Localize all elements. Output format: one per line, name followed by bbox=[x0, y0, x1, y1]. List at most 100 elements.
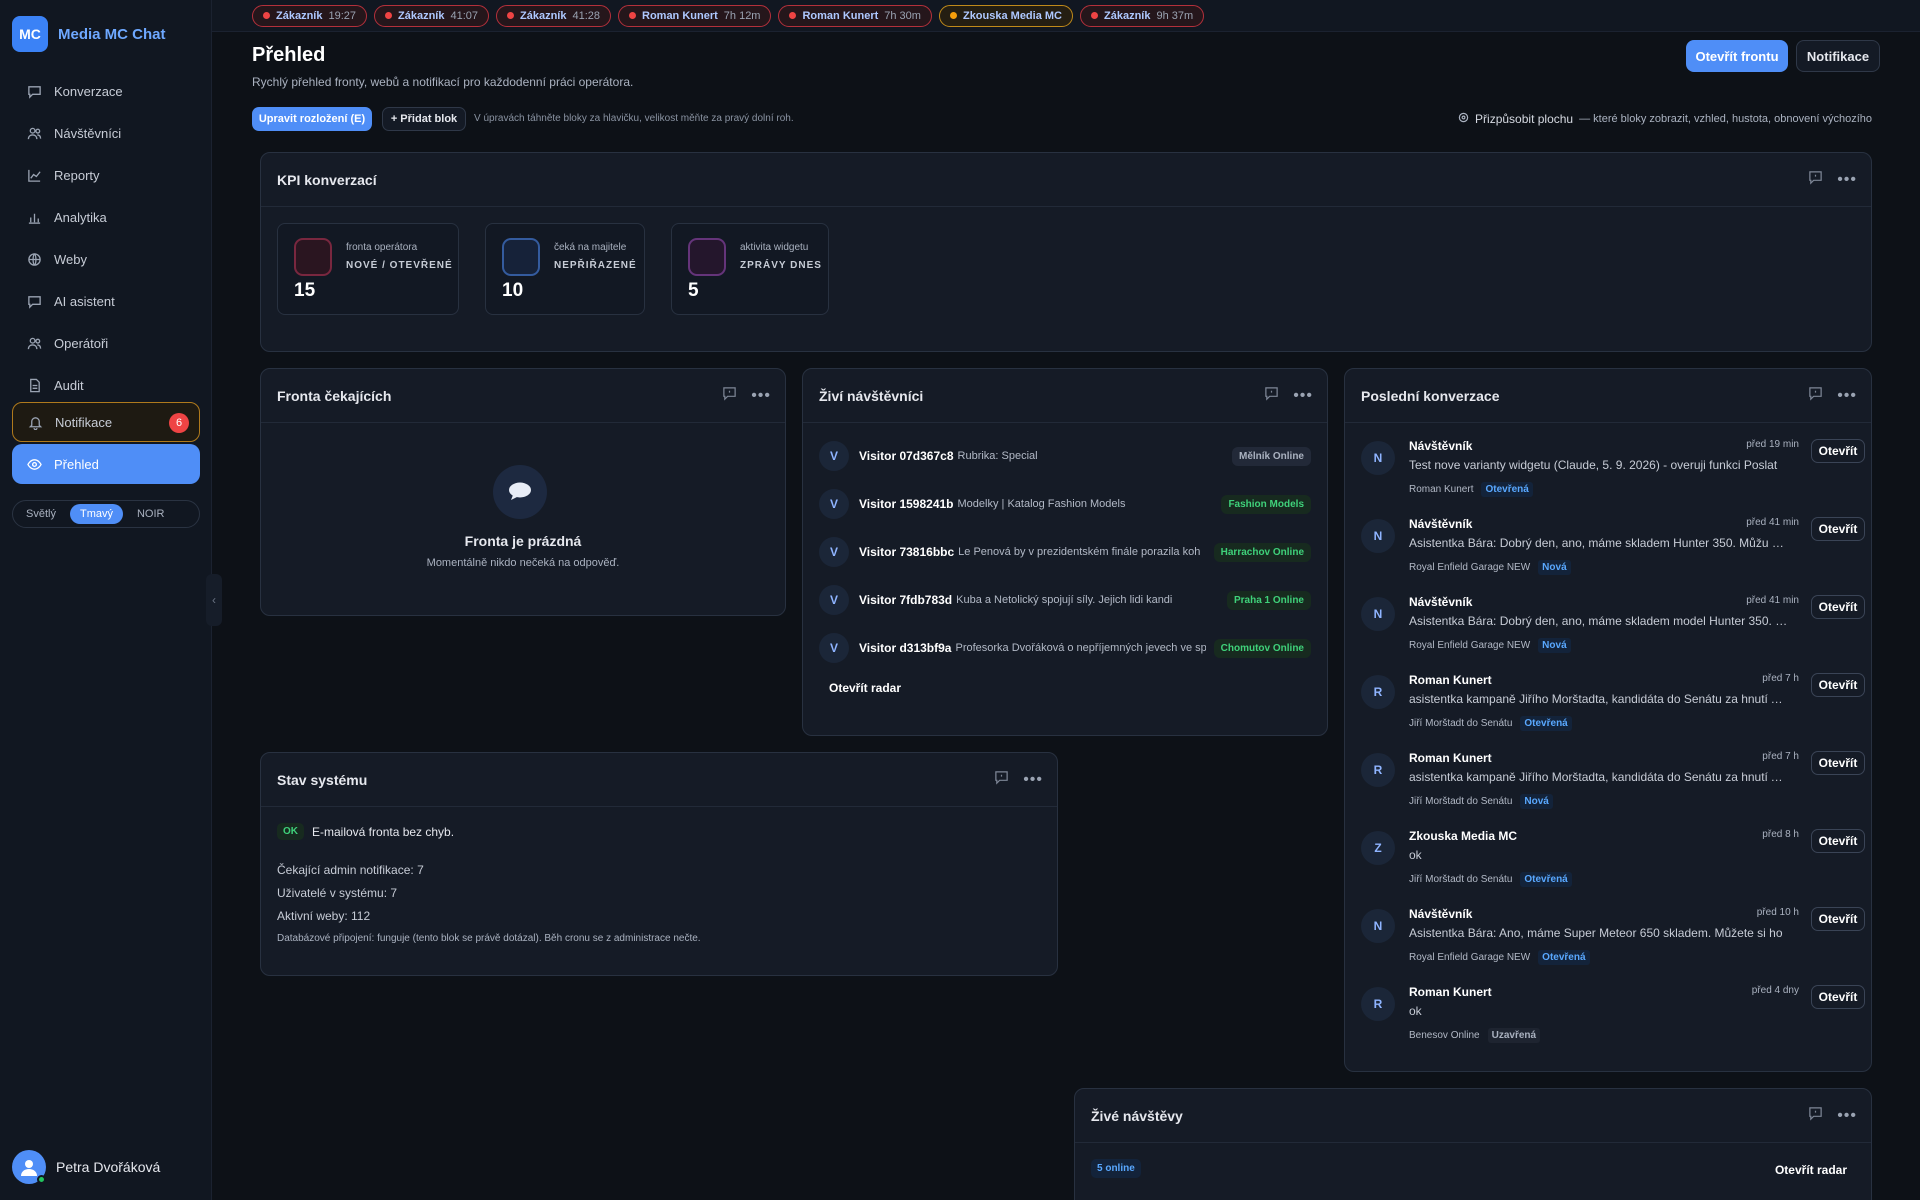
open-radar-link[interactable]: Otevřít radar bbox=[1775, 1163, 1847, 1177]
user-name: Petra Dvořáková bbox=[56, 1159, 161, 1175]
edit-layout-button[interactable]: Upravit rozložení (E) bbox=[252, 107, 372, 131]
conversation-row[interactable]: Z Zkouska Media MC před 8 h ok Jiří Morštadt… bbox=[1361, 825, 1865, 897]
sidebar-item-prehled[interactable]: Přehled bbox=[12, 444, 200, 484]
kpi-value: 15 bbox=[294, 280, 316, 301]
sidebar-collapse-handle[interactable]: ‹ bbox=[206, 574, 222, 626]
visitor-row[interactable]: V Visitor 7fdb783d Kuba a Netolický spojuj… bbox=[819, 583, 1311, 617]
eye-icon bbox=[26, 456, 42, 472]
sidebar-item-audit[interactable]: Audit bbox=[12, 364, 200, 406]
conversation-row[interactable]: R Roman Kunert před 4 dny ok Benesov Online U… bbox=[1361, 981, 1865, 1053]
brand[interactable]: MC Media MC Chat bbox=[12, 16, 166, 52]
visitor-row[interactable]: V Visitor 1598241b Modelky | Katalog Fashi… bbox=[819, 487, 1311, 521]
conversation-meta: Jiří Morštadt do Senátu Otevřená bbox=[1409, 716, 1572, 731]
chat-bubble-icon bbox=[493, 465, 547, 519]
sidebar-item-notifikace[interactable]: Notifikace 6 bbox=[12, 402, 200, 442]
conversation-meta: Jiří Morštadt do Senátu Nová bbox=[1409, 794, 1553, 809]
theme-dark-option[interactable]: Tmavý bbox=[69, 504, 123, 524]
comment-icon[interactable] bbox=[1808, 170, 1823, 190]
comment-icon[interactable] bbox=[1808, 1106, 1823, 1126]
conversation-name: Roman Kunert bbox=[1409, 751, 1492, 765]
notification-count-badge: 6 bbox=[169, 413, 189, 433]
conversation-avatar: R bbox=[1361, 675, 1395, 709]
comment-icon[interactable] bbox=[1264, 386, 1279, 406]
conversation-row[interactable]: R Roman Kunert před 7 h asistentka kampaně … bbox=[1361, 747, 1865, 819]
users-icon bbox=[26, 125, 42, 141]
sidebar-item-návštěvníci[interactable]: Návštěvníci bbox=[12, 112, 200, 154]
visitor-row[interactable]: V Visitor d313bf9a Profesorka Dvořáková o … bbox=[819, 631, 1311, 665]
comment-icon[interactable] bbox=[722, 386, 737, 406]
open-conversation-button[interactable]: Otevřít bbox=[1811, 907, 1865, 931]
more-options-icon[interactable]: ••• bbox=[1837, 1107, 1857, 1125]
open-conversation-button[interactable]: Otevřít bbox=[1811, 985, 1865, 1009]
panel-header[interactable]: Poslední konverzace ••• bbox=[1345, 369, 1871, 423]
sidebar-item-label: Audit bbox=[54, 377, 84, 393]
conversation-site: Jiří Morštadt do Senátu bbox=[1409, 718, 1513, 729]
panel-header[interactable]: KPI konverzací ••• bbox=[261, 153, 1871, 207]
visitor-site-badge: Harrachov Online bbox=[1213, 542, 1311, 562]
open-conversation-button[interactable]: Otevřít bbox=[1811, 595, 1865, 619]
open-radar-link[interactable]: Otevřít radar bbox=[829, 681, 901, 695]
chat-bubble-icon bbox=[26, 83, 42, 99]
sidebar-nav: Konverzace Návštěvníci Reporty Analytika Web… bbox=[12, 70, 200, 484]
open-conversation-button[interactable]: Otevřít bbox=[1811, 673, 1865, 697]
conversation-tab[interactable]: Roman Kunert 7h 30m bbox=[778, 4, 932, 27]
kpi-card-ceka[interactable]: čeká na majitele NEPŘIŘAZENÉ 10 bbox=[485, 223, 645, 315]
comment-icon[interactable] bbox=[994, 770, 1009, 790]
conversation-row[interactable]: N Návštěvník před 19 min Test nove varianty… bbox=[1361, 435, 1865, 507]
open-queue-button[interactable]: Otevřít frontu bbox=[1686, 40, 1788, 72]
panel-header[interactable]: Fronta čekajících ••• bbox=[261, 369, 785, 423]
open-conversation-button[interactable]: Otevřít bbox=[1811, 829, 1865, 853]
conversation-tab[interactable]: Zkouska Media MC bbox=[938, 4, 1073, 27]
more-options-icon[interactable]: ••• bbox=[1837, 171, 1857, 189]
open-conversation-button[interactable]: Otevřít bbox=[1811, 751, 1865, 775]
conversation-row[interactable]: N Návštěvník před 10 h Asistentka Bára: Ano… bbox=[1361, 903, 1865, 975]
user-profile[interactable]: Petra Dvořáková bbox=[12, 1150, 160, 1184]
conversation-message: ok bbox=[1409, 848, 1422, 862]
theme-light-option[interactable]: Světlý bbox=[16, 504, 66, 524]
conversation-tab[interactable]: Roman Kunert 7h 12m bbox=[618, 4, 772, 27]
more-options-icon[interactable]: ••• bbox=[1293, 387, 1313, 405]
kpi-value: 5 bbox=[688, 280, 699, 301]
conversation-row[interactable]: N Návštěvník před 41 min Asistentka Bára: D… bbox=[1361, 513, 1865, 585]
status-badge: Otevřená bbox=[1520, 716, 1572, 731]
customize-board-link[interactable]: Přizpůsobit plochu — které bloky zobrazi… bbox=[1458, 112, 1872, 126]
conversation-avatar: Z bbox=[1361, 831, 1395, 865]
conversation-tab[interactable]: Zákazník 19:27 bbox=[252, 4, 367, 27]
more-options-icon[interactable]: ••• bbox=[1837, 387, 1857, 405]
kpi-card-aktivita[interactable]: aktivita widgetu ZPRÁVY DNES 5 bbox=[671, 223, 829, 315]
open-conversation-button[interactable]: Otevřít bbox=[1811, 439, 1865, 463]
kpi-label: čeká na majitele bbox=[554, 242, 627, 253]
avatar bbox=[12, 1150, 46, 1184]
sidebar-item-konverzace[interactable]: Konverzace bbox=[12, 70, 200, 112]
more-options-icon[interactable]: ••• bbox=[1023, 771, 1043, 789]
sidebar-item-label: AI asistent bbox=[54, 293, 115, 309]
kpi-caption: NOVÉ / OTEVŘENÉ bbox=[346, 260, 453, 271]
conversation-row[interactable]: R Roman Kunert před 7 h asistentka kampaně … bbox=[1361, 669, 1865, 741]
panel-header[interactable]: Živí návštěvníci ••• bbox=[803, 369, 1327, 423]
more-options-icon[interactable]: ••• bbox=[751, 387, 771, 405]
sidebar-item-weby[interactable]: Weby bbox=[12, 238, 200, 280]
theme-noir-option[interactable]: NOIR bbox=[127, 504, 175, 524]
kpi-card-fronta[interactable]: fronta operátora NOVÉ / OTEVŘENÉ 15 bbox=[277, 223, 459, 315]
sidebar-item-label: Weby bbox=[54, 251, 87, 267]
visitor-row[interactable]: V Visitor 73816bbc Le Penová by v preziden… bbox=[819, 535, 1311, 569]
sidebar-item-reporty[interactable]: Reporty bbox=[12, 154, 200, 196]
conversation-row[interactable]: N Návštěvník před 41 min Asistentka Bára: D… bbox=[1361, 591, 1865, 663]
sidebar-item-operátoři[interactable]: Operátoři bbox=[12, 322, 200, 364]
tab-name: Zákazník bbox=[398, 9, 445, 22]
notifications-button[interactable]: Notifikace bbox=[1796, 40, 1880, 72]
panel-header[interactable]: Stav systému ••• bbox=[261, 753, 1057, 807]
conversation-tab-strip: Zákazník 19:27 Zákazník 41:07 Zákazník 41:28 R… bbox=[212, 0, 1920, 32]
live-visitors-panel: Živí návštěvníci ••• V Visitor 07d367c8 Ru… bbox=[802, 368, 1328, 736]
tab-timer: 7h 30m bbox=[884, 9, 921, 22]
panel-header[interactable]: Živé návštěvy ••• bbox=[1075, 1089, 1871, 1143]
conversation-tab[interactable]: Zákazník 41:28 bbox=[496, 4, 611, 27]
comment-icon[interactable] bbox=[1808, 386, 1823, 406]
open-conversation-button[interactable]: Otevřít bbox=[1811, 517, 1865, 541]
sidebar-item-ai-asistent[interactable]: AI asistent bbox=[12, 280, 200, 322]
add-block-button[interactable]: + Přidat blok bbox=[382, 107, 466, 131]
visitor-row[interactable]: V Visitor 07d367c8 Rubrika: Special Mělník … bbox=[819, 439, 1311, 473]
conversation-tab[interactable]: Zákazník 9h 37m bbox=[1080, 4, 1205, 27]
sidebar-item-analytika[interactable]: Analytika bbox=[12, 196, 200, 238]
conversation-tab[interactable]: Zákazník 41:07 bbox=[374, 4, 489, 27]
